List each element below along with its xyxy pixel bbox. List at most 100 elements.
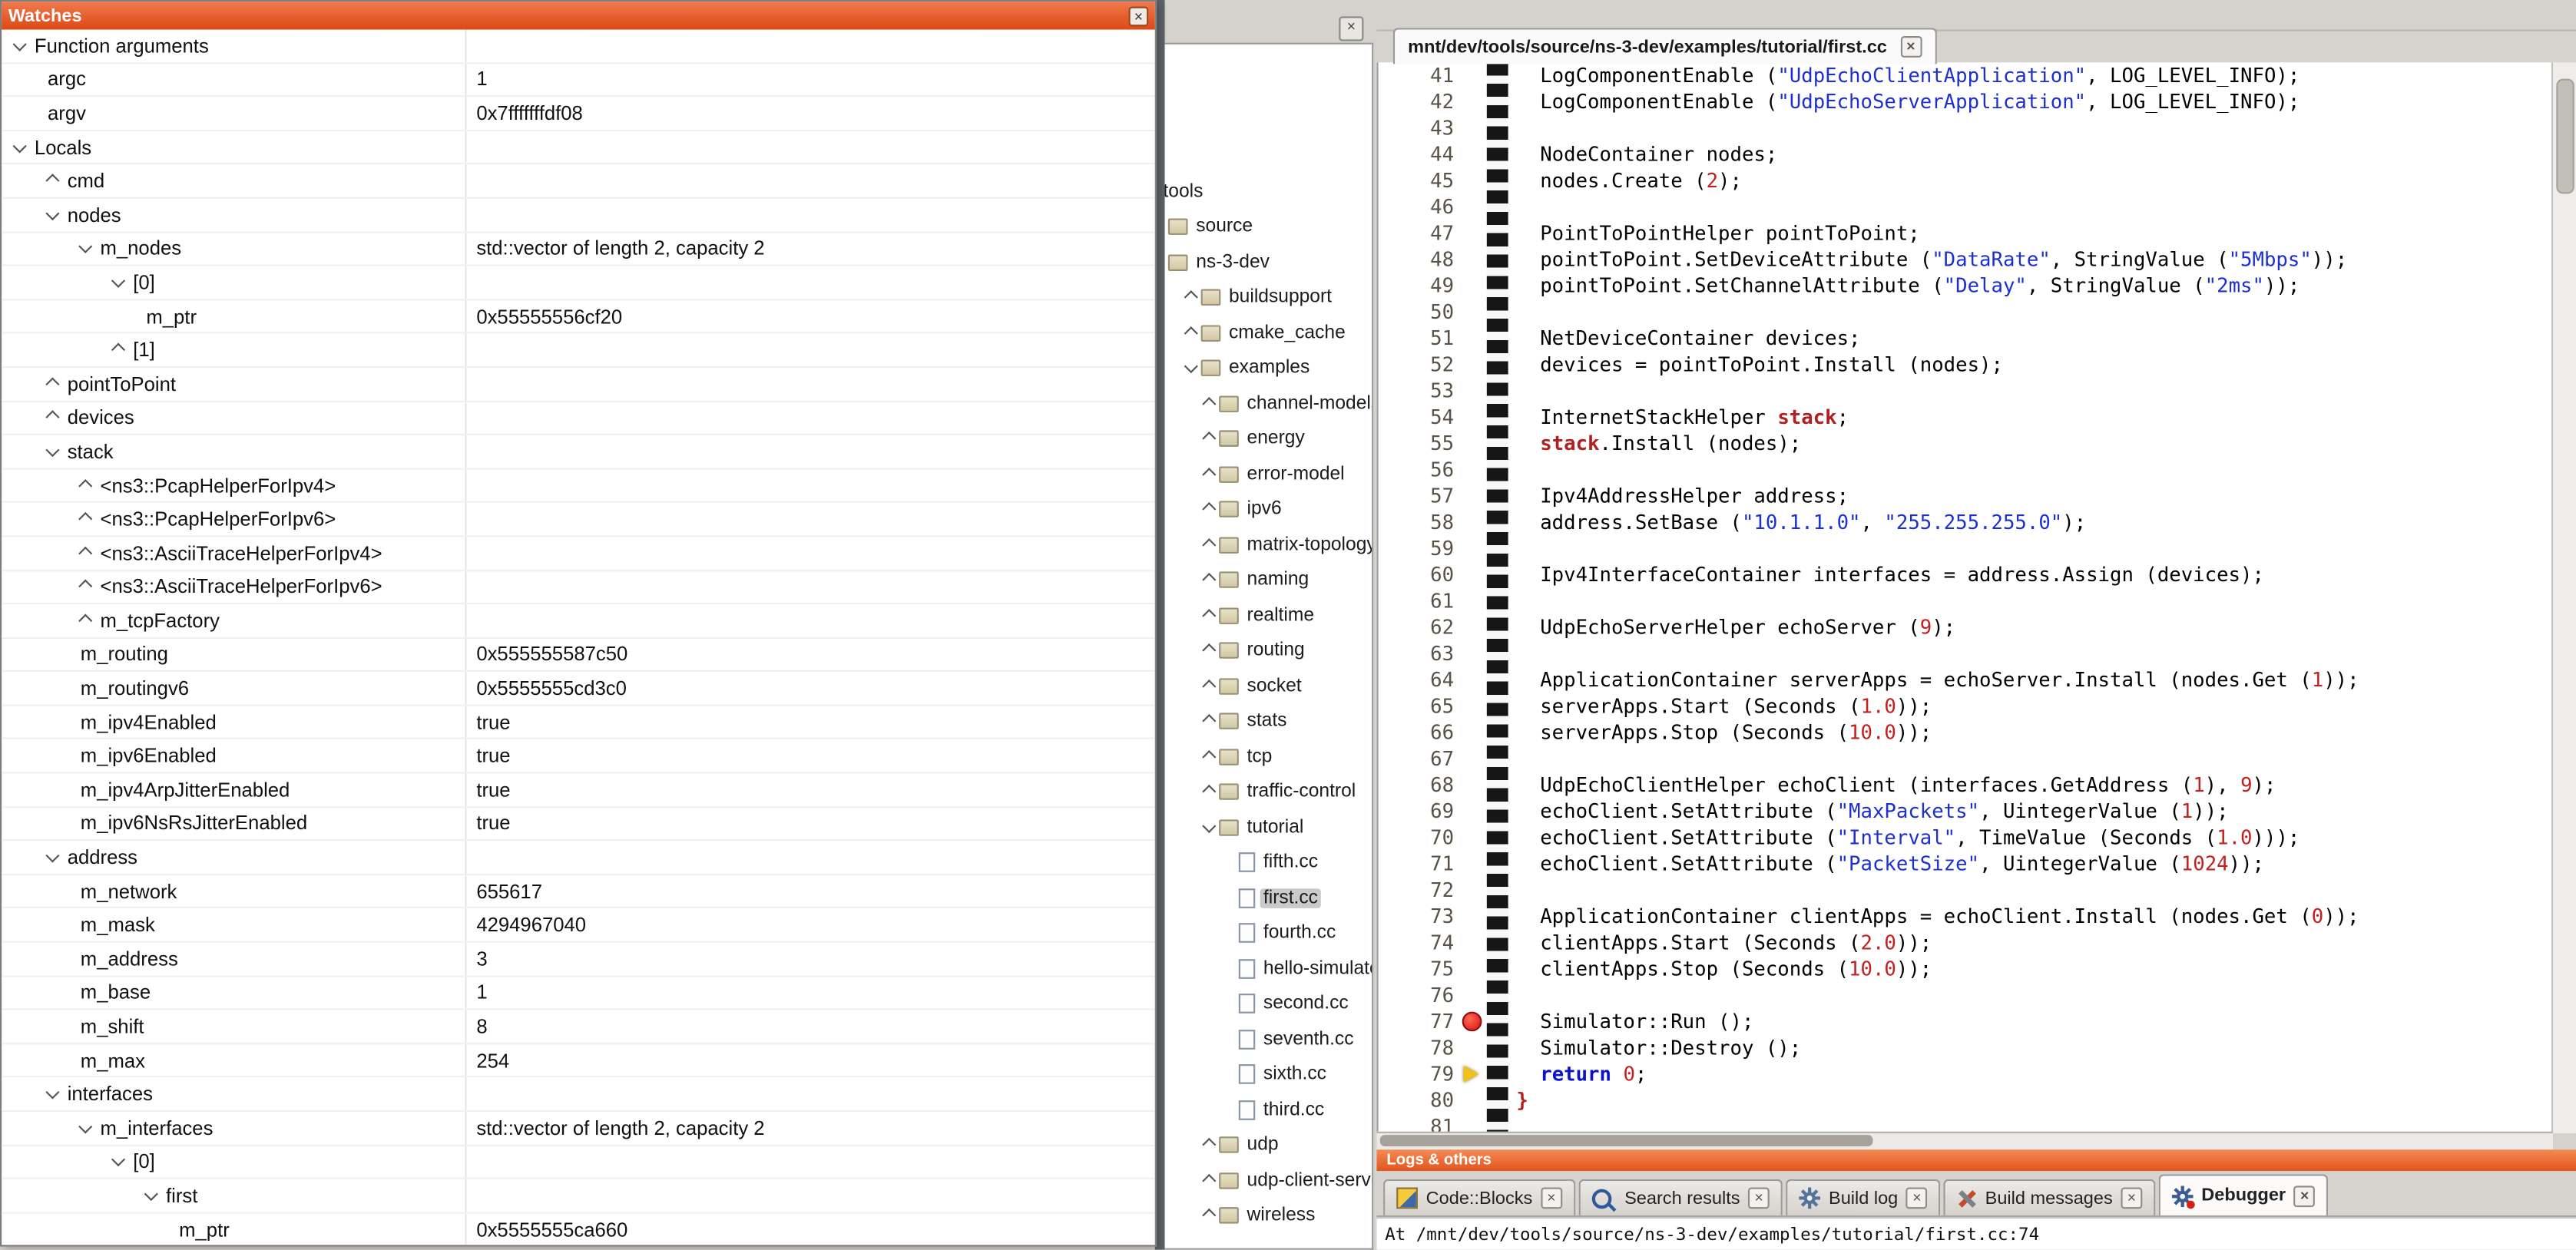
tree-item[interactable]: realtime (1165, 598, 1374, 633)
expand-icon[interactable] (1202, 503, 1216, 517)
line-number[interactable]: 46 (1379, 193, 1461, 220)
line-number[interactable]: 53 (1379, 378, 1461, 404)
expand-icon[interactable] (1202, 714, 1216, 728)
code-editor[interactable]: 41 LogComponentEnable ("UdpEchoClientApp… (1377, 62, 2554, 1133)
line-number[interactable]: 58 (1379, 509, 1461, 535)
line-marker[interactable] (1461, 1061, 1487, 1087)
expand-icon[interactable] (78, 546, 92, 560)
line-number[interactable]: 42 (1379, 89, 1461, 115)
line-marker[interactable] (1461, 457, 1487, 483)
line-marker[interactable] (1461, 509, 1487, 535)
line-marker[interactable] (1461, 430, 1487, 456)
expand-icon[interactable] (1202, 574, 1216, 587)
tree-item[interactable]: channel-models (1165, 386, 1374, 422)
line-number[interactable]: 56 (1379, 457, 1461, 483)
watch-row[interactable]: pointToPoint (2, 368, 1155, 402)
line-marker[interactable] (1461, 299, 1487, 325)
code-text[interactable]: ApplicationContainer serverApps = echoSe… (1516, 666, 2359, 693)
watch-row[interactable]: m_routing0x555555587c50 (2, 638, 1155, 672)
breakpoint-icon[interactable] (1462, 1012, 1482, 1032)
code-text[interactable]: echoClient.SetAttribute ("PacketSize", U… (1516, 851, 2264, 877)
collapse-icon[interactable] (1202, 818, 1216, 832)
collapse-icon[interactable] (111, 1153, 125, 1167)
code-text[interactable]: LogComponentEnable ("UdpEchoClientApplic… (1516, 62, 2300, 88)
code-text[interactable]: NetDeviceContainer devices; (1516, 326, 1860, 352)
tree-item[interactable]: energy (1165, 422, 1374, 457)
collapse-icon[interactable] (45, 206, 59, 220)
line-marker[interactable] (1461, 562, 1487, 588)
line-marker[interactable] (1461, 666, 1487, 693)
tree-item[interactable]: tcp (1165, 739, 1374, 775)
collapse-icon[interactable] (13, 138, 27, 152)
line-number[interactable]: 70 (1379, 825, 1461, 851)
close-icon[interactable]: × (1339, 16, 1363, 41)
line-number[interactable]: 81 (1379, 1113, 1461, 1133)
line-marker[interactable] (1461, 1008, 1487, 1034)
tree-item[interactable]: tutorial (1165, 810, 1374, 845)
code-text[interactable]: return 0; (1516, 1061, 1647, 1087)
tree-item[interactable]: source (1165, 210, 1374, 245)
collapse-icon[interactable] (45, 1086, 59, 1100)
expand-icon[interactable] (1202, 680, 1216, 693)
tree-item[interactable]: first.cc (1165, 881, 1374, 916)
line-marker[interactable] (1461, 352, 1487, 378)
close-icon[interactable]: × (1129, 5, 1149, 25)
line-marker[interactable] (1461, 273, 1487, 299)
close-icon[interactable]: × (1900, 36, 1922, 58)
expand-icon[interactable] (1202, 609, 1216, 623)
line-marker[interactable] (1461, 483, 1487, 509)
line-marker[interactable] (1461, 115, 1487, 141)
log-tab-search-results[interactable]: Search results× (1578, 1179, 1783, 1215)
line-marker[interactable] (1461, 877, 1487, 903)
code-text[interactable]: echoClient.SetAttribute ("MaxPackets", U… (1516, 799, 2228, 825)
line-marker[interactable] (1461, 640, 1487, 666)
scrollbar-thumb[interactable] (1380, 1135, 1873, 1146)
close-icon[interactable]: × (1748, 1188, 1770, 1209)
expand-icon[interactable] (1202, 397, 1216, 411)
watch-row[interactable]: [0] (2, 1146, 1155, 1179)
line-marker[interactable] (1461, 220, 1487, 246)
code-text[interactable]: pointToPoint.SetDeviceAttribute ("DataRa… (1516, 246, 2347, 273)
line-marker[interactable] (1461, 614, 1487, 640)
line-marker[interactable] (1461, 141, 1487, 167)
log-tab-build-log[interactable]: Build log× (1786, 1179, 1941, 1215)
code-text[interactable]: address.SetBase ("10.1.1.0", "255.255.25… (1516, 509, 2086, 535)
line-marker[interactable] (1461, 746, 1487, 772)
line-number[interactable]: 64 (1379, 666, 1461, 693)
line-number[interactable]: 75 (1379, 956, 1461, 982)
tree-item[interactable]: ns-3-dev (1165, 245, 1374, 280)
line-marker[interactable] (1461, 89, 1487, 115)
line-number[interactable]: 79 (1379, 1061, 1461, 1087)
collapse-icon[interactable] (144, 1187, 158, 1201)
line-marker[interactable] (1461, 1035, 1487, 1061)
watch-row[interactable]: [1] (2, 334, 1155, 368)
line-marker[interactable] (1461, 825, 1487, 851)
line-marker[interactable] (1461, 772, 1487, 798)
tree-item[interactable]: tools (1165, 174, 1374, 210)
code-text[interactable]: ApplicationContainer clientApps = echoCl… (1516, 903, 2359, 929)
line-number[interactable]: 57 (1379, 483, 1461, 509)
line-number[interactable]: 78 (1379, 1035, 1461, 1061)
line-number[interactable]: 55 (1379, 430, 1461, 456)
line-marker[interactable] (1461, 1113, 1487, 1133)
watch-row[interactable]: m_ptr0x55555556cf20 (2, 300, 1155, 334)
line-number[interactable]: 66 (1379, 719, 1461, 746)
line-number[interactable]: 45 (1379, 167, 1461, 193)
log-tab-code-blocks[interactable]: Code::Blocks× (1383, 1179, 1575, 1215)
close-icon[interactable]: × (1906, 1188, 1928, 1209)
line-number[interactable]: 80 (1379, 1087, 1461, 1113)
watch-row[interactable]: Locals (2, 131, 1155, 165)
watch-row[interactable]: first (2, 1179, 1155, 1213)
collapse-icon[interactable] (111, 274, 125, 288)
watch-row[interactable]: m_nodesstd::vector of length 2, capacity… (2, 233, 1155, 266)
watch-row[interactable]: cmd (2, 165, 1155, 199)
line-number[interactable]: 73 (1379, 903, 1461, 929)
line-number[interactable]: 49 (1379, 273, 1461, 299)
watch-row[interactable]: stack (2, 435, 1155, 469)
expand-icon[interactable] (45, 411, 59, 425)
code-text[interactable]: nodes.Create (2); (1516, 167, 1742, 193)
watch-row[interactable]: argv0x7fffffffdf08 (2, 98, 1155, 131)
code-text[interactable]: NodeContainer nodes; (1516, 141, 1777, 167)
code-text[interactable]: clientApps.Start (Seconds (2.0)); (1516, 930, 1932, 956)
line-number[interactable]: 71 (1379, 851, 1461, 877)
